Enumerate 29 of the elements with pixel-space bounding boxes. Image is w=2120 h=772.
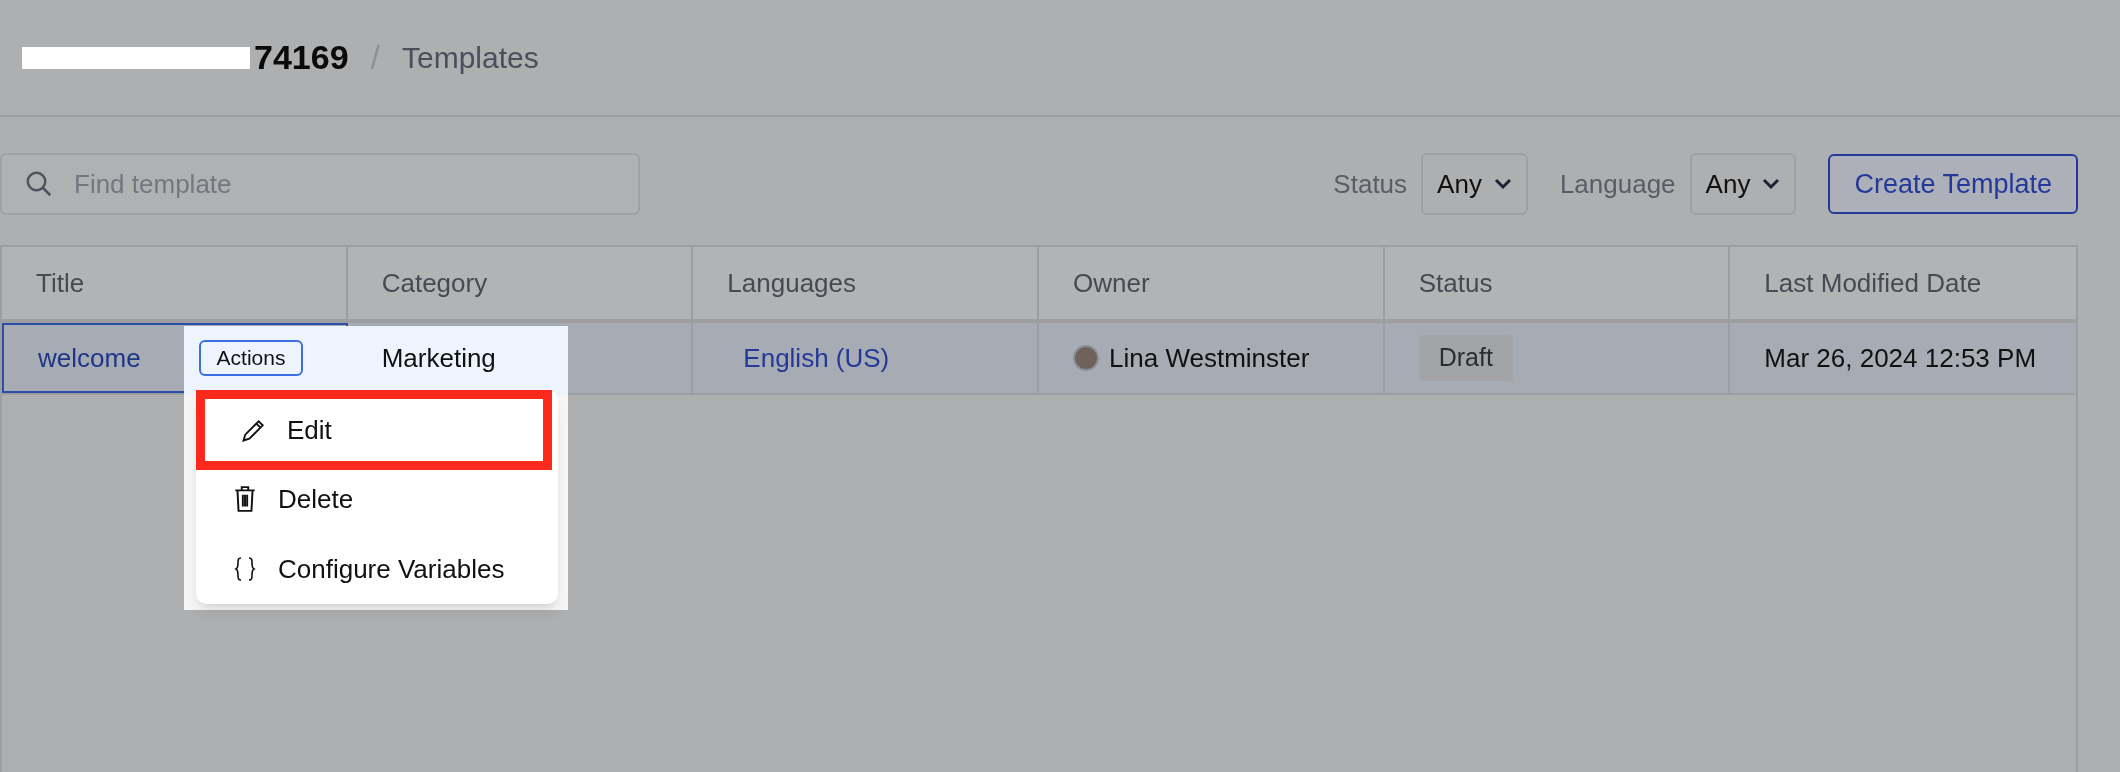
table-cell-text: Mar 26, 2024 12:53 PM [1764, 341, 2037, 375]
search-icon [24, 169, 54, 199]
owner-name: Lina Westminster [1109, 341, 1310, 375]
chevron-down-icon [1493, 178, 1512, 190]
filter-label: Status [1333, 167, 1408, 201]
column-header[interactable]: Languages [693, 247, 1039, 319]
column-header[interactable]: Title [2, 247, 348, 319]
menu-item[interactable]: Edit [196, 390, 552, 470]
column-header[interactable]: Status [1384, 247, 1731, 319]
create-template-button[interactable]: Create Template [1828, 154, 2078, 214]
trash-icon [232, 485, 258, 513]
breadcrumb-item[interactable]: Templates [402, 35, 539, 80]
column-header[interactable]: Category [347, 247, 694, 319]
filter-dropdown[interactable]: Any [1421, 153, 1528, 215]
chevron-down-icon [1762, 178, 1781, 190]
search-field[interactable]: Find template [0, 153, 640, 215]
column-header[interactable]: Owner [1039, 247, 1385, 319]
avatar-icon [1073, 345, 1099, 371]
status-badge: Draft [1418, 335, 1513, 381]
braces-icon [234, 556, 256, 582]
menu-item[interactable]: Configure Variables [196, 534, 558, 604]
page-title: 74169 [254, 37, 349, 78]
language-link[interactable]: English (US) [743, 338, 890, 378]
filter-label: Language [1559, 167, 1676, 201]
breadcrumb-separator: / [370, 37, 380, 78]
table-cell-text: Marketing [381, 341, 496, 375]
template-link[interactable]: welcome [38, 338, 141, 378]
column-header[interactable]: Last Modified Date [1730, 247, 2077, 319]
filter-dropdown[interactable]: Any [1689, 153, 1797, 215]
